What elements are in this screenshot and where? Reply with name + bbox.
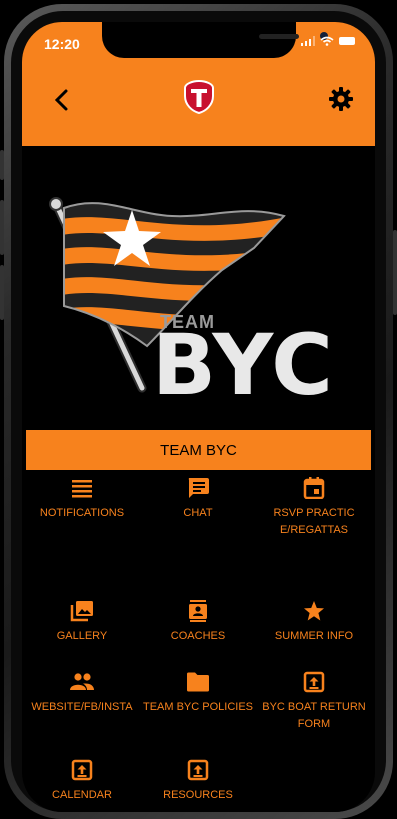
menu-tile-policies[interactable]: TEAM BYC POLICIES: [138, 671, 258, 716]
menu-tile-label: GALLERY: [56, 630, 108, 642]
menu-tile-rsvp[interactable]: RSVP PRACTICE/REGATTAS: [254, 477, 374, 539]
signal-icon: [301, 36, 315, 46]
people-icon: [70, 673, 94, 690]
menu-tile-label: SUMMER INFO: [274, 630, 354, 642]
menu-tile-label: RESOURCES: [163, 789, 233, 801]
menu-tile-resources[interactable]: RESOURCES: [138, 759, 258, 804]
mute-switch: [0, 150, 4, 180]
team-banner: TEAM BYC: [22, 146, 375, 424]
menu-tile-label: CALENDAR: [52, 789, 112, 801]
calendar-icon: [303, 477, 325, 499]
volume-up-button: [0, 200, 4, 255]
menu-tile-label: CHAT: [183, 507, 213, 519]
menu-tile-label: TEAM BYC POLICIES: [142, 701, 254, 713]
back-button[interactable]: [48, 86, 76, 114]
chevron-left-icon: [54, 89, 68, 111]
chat-icon: [188, 478, 209, 498]
app-screen: 12:20 TEAM BYC TEAM BYC NOTIFICATIONS CH…: [22, 22, 375, 812]
menu-tile-label: WEBSITE/FB/INSTA: [31, 701, 133, 713]
gallery-icon: [70, 601, 93, 622]
upload-icon: [71, 759, 93, 781]
gear-icon[interactable]: [328, 86, 354, 112]
menu-tile-website[interactable]: WEBSITE/FB/INSTA: [22, 671, 142, 716]
hero-team-name: BYC: [152, 316, 334, 414]
wifi-icon: [320, 36, 334, 46]
section-title-bar: TEAM BYC: [26, 430, 371, 470]
menu-tile-gallery[interactable]: GALLERY: [22, 600, 142, 645]
menu-tile-chat[interactable]: CHAT: [138, 477, 258, 522]
menu-tile-label: COACHES: [170, 630, 226, 642]
power-button: [393, 230, 397, 315]
menu-tile-summer-info[interactable]: SUMMER INFO: [254, 600, 374, 645]
app-header: 12:20: [22, 22, 375, 146]
menu-tile-calendar[interactable]: CALENDAR: [22, 759, 142, 804]
folder-icon: [187, 672, 209, 692]
team-shield-logo-icon[interactable]: [182, 80, 216, 114]
star-icon: [304, 601, 324, 621]
menu-tile-coaches[interactable]: COACHES: [138, 600, 258, 645]
contact-card-icon: [189, 600, 207, 622]
notch: [102, 22, 328, 58]
status-icons: [301, 36, 355, 46]
menu-tile-label: RSVP PRACTICE/REGATTAS: [273, 507, 355, 536]
volume-down-button: [0, 265, 4, 320]
menu-tile-label: NOTIFICATIONS: [39, 507, 125, 519]
speaker-grille: [259, 34, 299, 39]
upload-icon: [303, 671, 325, 693]
battery-icon: [339, 37, 355, 45]
status-time: 12:20: [44, 36, 80, 52]
menu-tile-notifications[interactable]: NOTIFICATIONS: [22, 477, 142, 522]
menu-tile-boat-return[interactable]: BYC BOAT RETURN FORM: [254, 671, 374, 733]
upload-icon: [187, 759, 209, 781]
list-icon: [72, 480, 92, 498]
menu-tile-label: BYC BOAT RETURN FORM: [262, 701, 366, 730]
